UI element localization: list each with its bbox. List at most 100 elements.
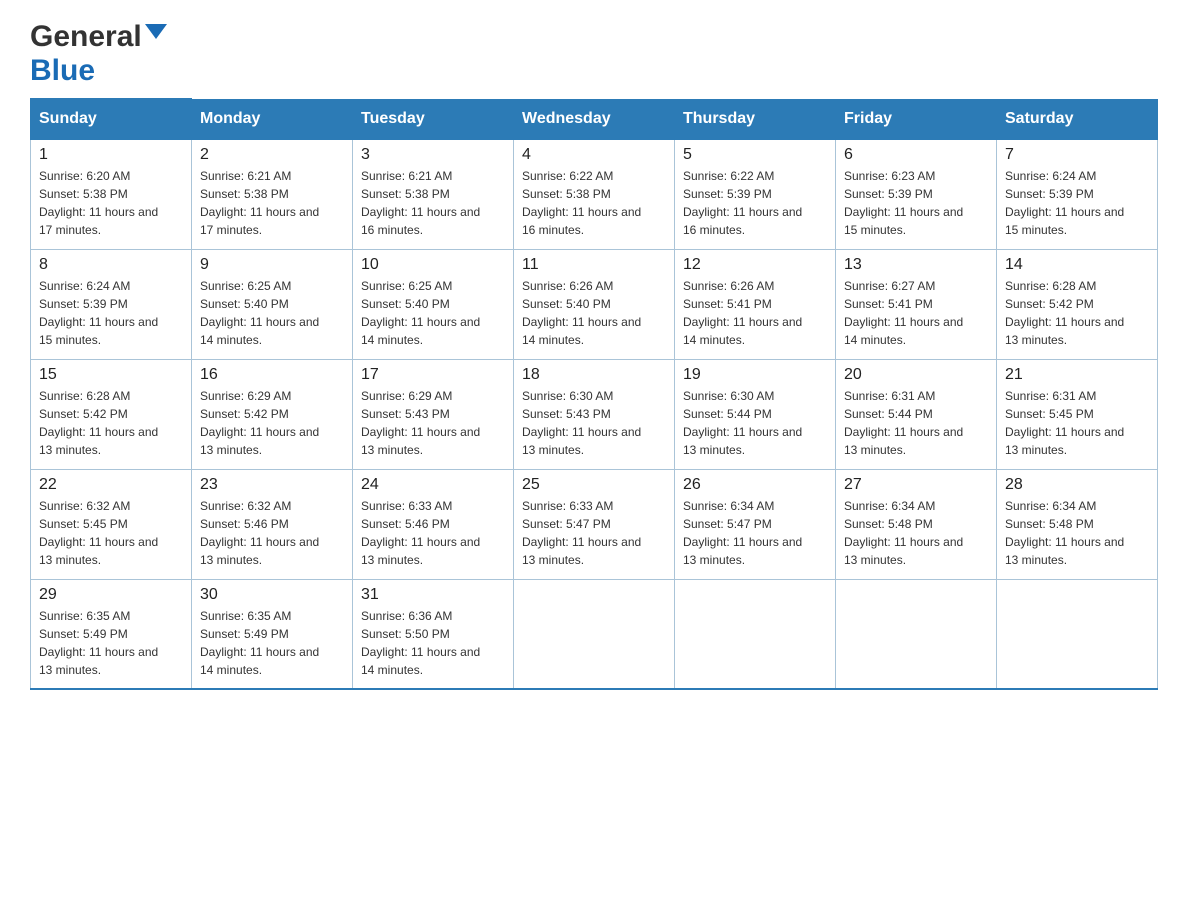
day-number: 27 <box>844 476 988 494</box>
day-info: Sunrise: 6:31 AM Sunset: 5:45 PM Dayligh… <box>1005 387 1149 459</box>
calendar-cell: 15 Sunrise: 6:28 AM Sunset: 5:42 PM Dayl… <box>31 359 192 469</box>
day-number: 8 <box>39 256 183 274</box>
calendar-cell: 2 Sunrise: 6:21 AM Sunset: 5:38 PM Dayli… <box>192 139 353 249</box>
calendar-cell: 18 Sunrise: 6:30 AM Sunset: 5:43 PM Dayl… <box>514 359 675 469</box>
calendar-cell: 27 Sunrise: 6:34 AM Sunset: 5:48 PM Dayl… <box>836 469 997 579</box>
day-number: 9 <box>200 256 344 274</box>
calendar-table: SundayMondayTuesdayWednesdayThursdayFrid… <box>30 98 1158 690</box>
day-info: Sunrise: 6:33 AM Sunset: 5:46 PM Dayligh… <box>361 497 505 569</box>
calendar-cell <box>836 579 997 689</box>
day-info: Sunrise: 6:24 AM Sunset: 5:39 PM Dayligh… <box>39 277 183 349</box>
calendar-cell: 9 Sunrise: 6:25 AM Sunset: 5:40 PM Dayli… <box>192 249 353 359</box>
calendar-cell: 21 Sunrise: 6:31 AM Sunset: 5:45 PM Dayl… <box>997 359 1158 469</box>
day-number: 19 <box>683 366 827 384</box>
day-info: Sunrise: 6:29 AM Sunset: 5:42 PM Dayligh… <box>200 387 344 459</box>
calendar-cell: 5 Sunrise: 6:22 AM Sunset: 5:39 PM Dayli… <box>675 139 836 249</box>
day-info: Sunrise: 6:28 AM Sunset: 5:42 PM Dayligh… <box>1005 277 1149 349</box>
day-info: Sunrise: 6:35 AM Sunset: 5:49 PM Dayligh… <box>200 607 344 679</box>
day-number: 5 <box>683 146 827 164</box>
day-info: Sunrise: 6:25 AM Sunset: 5:40 PM Dayligh… <box>200 277 344 349</box>
day-number: 1 <box>39 146 183 164</box>
day-info: Sunrise: 6:29 AM Sunset: 5:43 PM Dayligh… <box>361 387 505 459</box>
calendar-week-row: 15 Sunrise: 6:28 AM Sunset: 5:42 PM Dayl… <box>31 359 1158 469</box>
calendar-cell: 17 Sunrise: 6:29 AM Sunset: 5:43 PM Dayl… <box>353 359 514 469</box>
day-number: 17 <box>361 366 505 384</box>
logo: General Blue <box>30 20 167 88</box>
calendar-week-row: 29 Sunrise: 6:35 AM Sunset: 5:49 PM Dayl… <box>31 579 1158 689</box>
calendar-cell: 3 Sunrise: 6:21 AM Sunset: 5:38 PM Dayli… <box>353 139 514 249</box>
day-info: Sunrise: 6:34 AM Sunset: 5:48 PM Dayligh… <box>1005 497 1149 569</box>
calendar-cell: 29 Sunrise: 6:35 AM Sunset: 5:49 PM Dayl… <box>31 579 192 689</box>
day-info: Sunrise: 6:22 AM Sunset: 5:38 PM Dayligh… <box>522 167 666 239</box>
day-info: Sunrise: 6:20 AM Sunset: 5:38 PM Dayligh… <box>39 167 183 239</box>
day-number: 26 <box>683 476 827 494</box>
day-info: Sunrise: 6:36 AM Sunset: 5:50 PM Dayligh… <box>361 607 505 679</box>
day-number: 28 <box>1005 476 1149 494</box>
calendar-cell: 13 Sunrise: 6:27 AM Sunset: 5:41 PM Dayl… <box>836 249 997 359</box>
logo-triangle-icon <box>145 24 167 39</box>
page-header: General Blue <box>30 20 1158 88</box>
day-number: 21 <box>1005 366 1149 384</box>
day-info: Sunrise: 6:31 AM Sunset: 5:44 PM Dayligh… <box>844 387 988 459</box>
day-number: 23 <box>200 476 344 494</box>
calendar-cell: 6 Sunrise: 6:23 AM Sunset: 5:39 PM Dayli… <box>836 139 997 249</box>
day-info: Sunrise: 6:34 AM Sunset: 5:48 PM Dayligh… <box>844 497 988 569</box>
day-number: 7 <box>1005 146 1149 164</box>
day-number: 12 <box>683 256 827 274</box>
calendar-cell: 23 Sunrise: 6:32 AM Sunset: 5:46 PM Dayl… <box>192 469 353 579</box>
calendar-week-row: 1 Sunrise: 6:20 AM Sunset: 5:38 PM Dayli… <box>31 139 1158 249</box>
calendar-cell: 4 Sunrise: 6:22 AM Sunset: 5:38 PM Dayli… <box>514 139 675 249</box>
calendar-cell: 26 Sunrise: 6:34 AM Sunset: 5:47 PM Dayl… <box>675 469 836 579</box>
day-info: Sunrise: 6:33 AM Sunset: 5:47 PM Dayligh… <box>522 497 666 569</box>
calendar-week-row: 22 Sunrise: 6:32 AM Sunset: 5:45 PM Dayl… <box>31 469 1158 579</box>
day-info: Sunrise: 6:32 AM Sunset: 5:45 PM Dayligh… <box>39 497 183 569</box>
day-number: 29 <box>39 586 183 604</box>
col-header-thursday: Thursday <box>675 99 836 139</box>
day-number: 13 <box>844 256 988 274</box>
calendar-cell <box>675 579 836 689</box>
day-number: 16 <box>200 366 344 384</box>
calendar-cell: 10 Sunrise: 6:25 AM Sunset: 5:40 PM Dayl… <box>353 249 514 359</box>
calendar-header-row: SundayMondayTuesdayWednesdayThursdayFrid… <box>31 99 1158 139</box>
day-number: 2 <box>200 146 344 164</box>
calendar-cell: 30 Sunrise: 6:35 AM Sunset: 5:49 PM Dayl… <box>192 579 353 689</box>
col-header-monday: Monday <box>192 99 353 139</box>
day-info: Sunrise: 6:30 AM Sunset: 5:44 PM Dayligh… <box>683 387 827 459</box>
calendar-cell <box>997 579 1158 689</box>
day-number: 14 <box>1005 256 1149 274</box>
calendar-cell: 12 Sunrise: 6:26 AM Sunset: 5:41 PM Dayl… <box>675 249 836 359</box>
calendar-cell: 22 Sunrise: 6:32 AM Sunset: 5:45 PM Dayl… <box>31 469 192 579</box>
day-number: 20 <box>844 366 988 384</box>
calendar-cell: 31 Sunrise: 6:36 AM Sunset: 5:50 PM Dayl… <box>353 579 514 689</box>
day-info: Sunrise: 6:21 AM Sunset: 5:38 PM Dayligh… <box>200 167 344 239</box>
calendar-cell: 24 Sunrise: 6:33 AM Sunset: 5:46 PM Dayl… <box>353 469 514 579</box>
day-number: 31 <box>361 586 505 604</box>
day-info: Sunrise: 6:28 AM Sunset: 5:42 PM Dayligh… <box>39 387 183 459</box>
calendar-cell: 16 Sunrise: 6:29 AM Sunset: 5:42 PM Dayl… <box>192 359 353 469</box>
day-info: Sunrise: 6:35 AM Sunset: 5:49 PM Dayligh… <box>39 607 183 679</box>
calendar-cell: 20 Sunrise: 6:31 AM Sunset: 5:44 PM Dayl… <box>836 359 997 469</box>
calendar-cell: 8 Sunrise: 6:24 AM Sunset: 5:39 PM Dayli… <box>31 249 192 359</box>
col-header-friday: Friday <box>836 99 997 139</box>
day-number: 22 <box>39 476 183 494</box>
day-info: Sunrise: 6:22 AM Sunset: 5:39 PM Dayligh… <box>683 167 827 239</box>
logo-general-text: General <box>30 20 142 54</box>
day-number: 11 <box>522 256 666 274</box>
day-number: 25 <box>522 476 666 494</box>
day-info: Sunrise: 6:25 AM Sunset: 5:40 PM Dayligh… <box>361 277 505 349</box>
day-number: 15 <box>39 366 183 384</box>
calendar-cell: 14 Sunrise: 6:28 AM Sunset: 5:42 PM Dayl… <box>997 249 1158 359</box>
calendar-cell: 19 Sunrise: 6:30 AM Sunset: 5:44 PM Dayl… <box>675 359 836 469</box>
day-number: 18 <box>522 366 666 384</box>
logo-blue-text: Blue <box>30 54 95 88</box>
col-header-saturday: Saturday <box>997 99 1158 139</box>
day-number: 4 <box>522 146 666 164</box>
day-info: Sunrise: 6:27 AM Sunset: 5:41 PM Dayligh… <box>844 277 988 349</box>
calendar-cell <box>514 579 675 689</box>
calendar-week-row: 8 Sunrise: 6:24 AM Sunset: 5:39 PM Dayli… <box>31 249 1158 359</box>
day-number: 6 <box>844 146 988 164</box>
day-info: Sunrise: 6:24 AM Sunset: 5:39 PM Dayligh… <box>1005 167 1149 239</box>
calendar-cell: 11 Sunrise: 6:26 AM Sunset: 5:40 PM Dayl… <box>514 249 675 359</box>
calendar-cell: 25 Sunrise: 6:33 AM Sunset: 5:47 PM Dayl… <box>514 469 675 579</box>
day-info: Sunrise: 6:23 AM Sunset: 5:39 PM Dayligh… <box>844 167 988 239</box>
